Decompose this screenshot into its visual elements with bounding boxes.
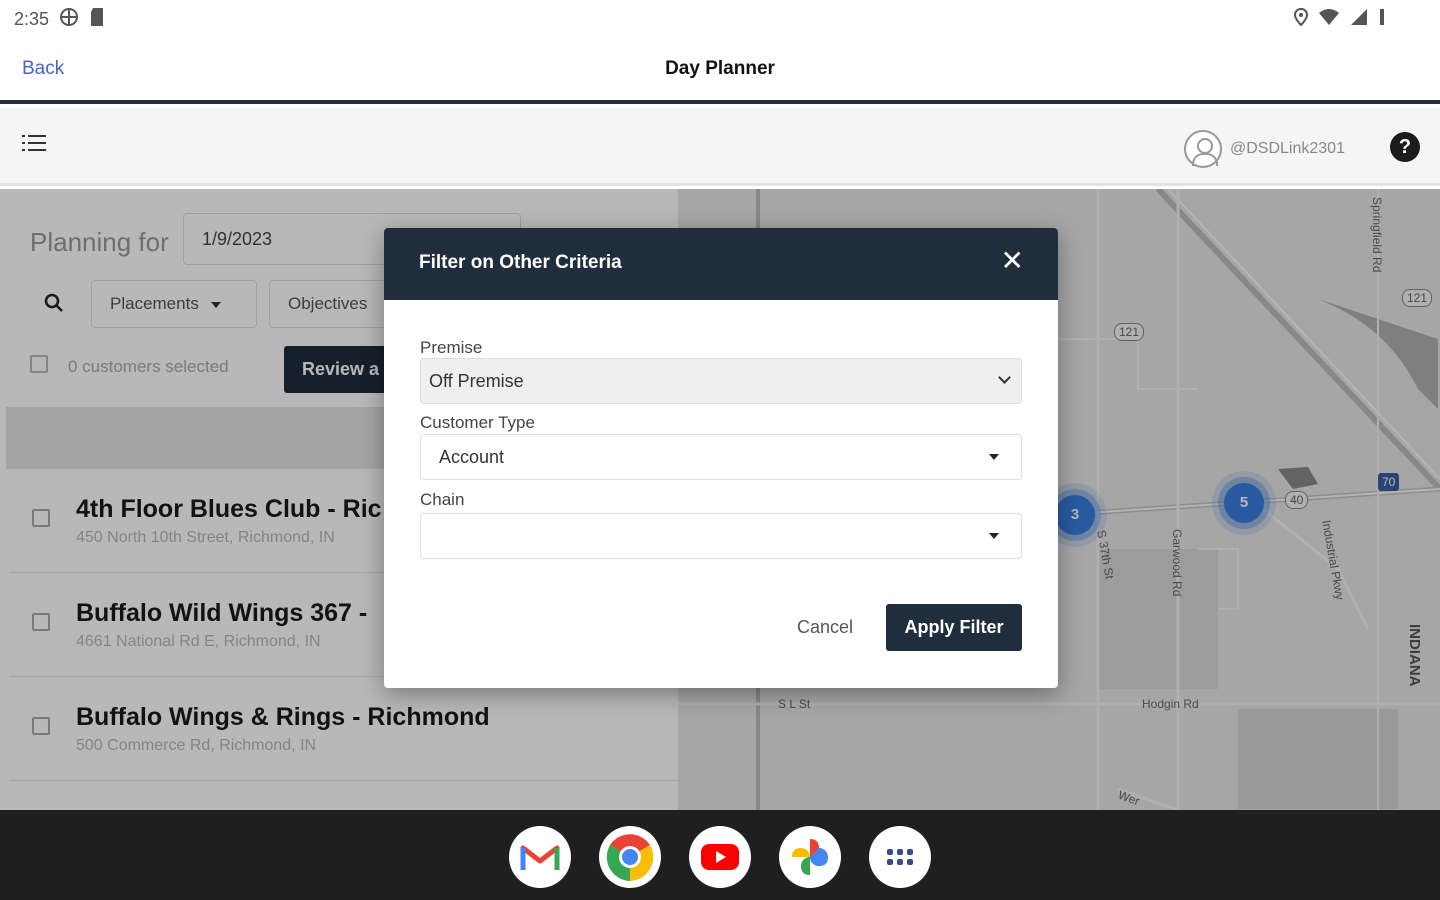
premise-value: Off Premise (429, 371, 524, 391)
wifi-icon (1318, 8, 1340, 31)
close-icon[interactable]: ✕ (1001, 246, 1024, 276)
youtube-icon[interactable] (689, 826, 751, 888)
chrome-icon[interactable] (599, 826, 661, 888)
toolbar: @DSDLink2301 ? (0, 108, 1440, 186)
location-icon (1293, 7, 1309, 31)
dialog-title: Filter on Other Criteria (419, 252, 622, 273)
vpn-icon (59, 7, 79, 32)
chain-label: Chain (420, 490, 465, 509)
premise-label: Premise (420, 338, 483, 357)
customer-type-value: Account (439, 447, 505, 467)
caret-down-icon (989, 454, 999, 460)
dialog-header: Filter on Other Criteria ✕ (384, 228, 1058, 300)
help-button[interactable]: ? (1390, 132, 1420, 162)
page-title: Day Planner (665, 58, 775, 79)
app-bar: Back Day Planner (0, 38, 1440, 104)
status-bar: 2:35 (0, 0, 1440, 38)
username: @DSDLink2301 (1230, 140, 1345, 157)
sd-card-icon (89, 7, 105, 32)
caret-down-icon (989, 533, 999, 539)
filter-dialog: Filter on Other Criteria ✕ Premise Off P… (384, 228, 1058, 688)
customer-type-select[interactable]: Account (420, 434, 1022, 480)
photos-icon[interactable] (779, 826, 841, 888)
chain-select[interactable] (420, 513, 1022, 559)
status-time: 2:35 (14, 8, 50, 29)
avatar (1184, 130, 1222, 168)
battery-icon (1378, 7, 1386, 32)
cancel-button[interactable]: Cancel (780, 604, 870, 650)
user-menu[interactable]: @DSDLink2301 (1184, 130, 1345, 168)
signal-icon (1350, 8, 1368, 31)
app-dock (0, 810, 1440, 900)
chevron-down-icon (998, 371, 1011, 384)
menu-icon[interactable] (22, 132, 52, 160)
customer-type-label: Customer Type (420, 413, 535, 432)
app-drawer-icon[interactable] (869, 826, 931, 888)
premise-select[interactable]: Off Premise (420, 358, 1022, 404)
gmail-icon[interactable] (509, 826, 571, 888)
apply-filter-button[interactable]: Apply Filter (886, 604, 1022, 651)
